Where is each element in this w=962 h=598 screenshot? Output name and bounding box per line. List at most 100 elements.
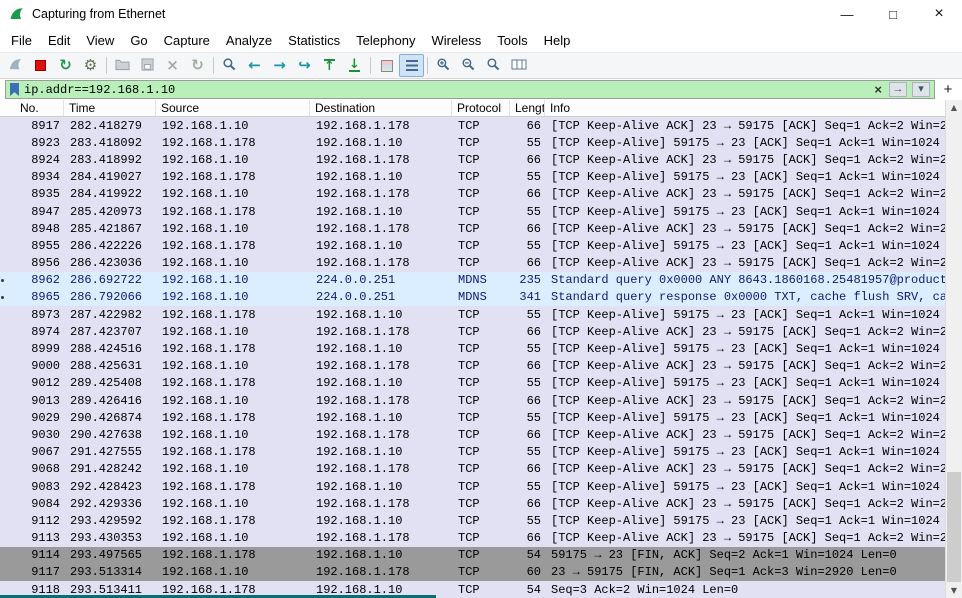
scroll-down-icon[interactable]: ▼ xyxy=(946,583,962,598)
cell-info: Standard query 0x0000 ANY 8643.1860168.2… xyxy=(551,273,945,288)
table-row[interactable]: 9113 293.430353 192.168.1.10 192.168.1.1… xyxy=(0,529,945,547)
cell-destination: 192.168.1.10 xyxy=(316,238,403,253)
add-filter-button[interactable]: + xyxy=(939,81,957,99)
table-row[interactable]: 9067 291.427555 192.168.1.178 192.168.1.… xyxy=(0,443,945,461)
menu-view[interactable]: View xyxy=(78,30,122,51)
cell-source: 192.168.1.10 xyxy=(162,290,249,305)
table-row[interactable]: 8924 283.418992 192.168.1.10 192.168.1.1… xyxy=(0,151,945,169)
table-row[interactable]: 8923 283.418092 192.168.1.178 192.168.1.… xyxy=(0,134,945,152)
table-row[interactable]: 9000 288.425631 192.168.1.10 192.168.1.1… xyxy=(0,357,945,375)
row-gutter xyxy=(0,530,6,547)
column-header-destination[interactable]: Destination xyxy=(310,100,452,116)
menu-statistics[interactable]: Statistics xyxy=(280,30,348,51)
zoom-out-button[interactable] xyxy=(456,54,481,77)
go-last-packet-button[interactable]: ↓ xyxy=(342,54,367,77)
go-forward-button[interactable]: → xyxy=(267,54,292,77)
minimize-button[interactable]: — xyxy=(824,0,870,28)
close-capture-button[interactable]: × xyxy=(160,54,185,77)
find-packet-button[interactable] xyxy=(217,54,242,77)
table-row[interactable]: 8956 286.423036 192.168.1.10 192.168.1.1… xyxy=(0,254,945,272)
table-row[interactable]: 8934 284.419027 192.168.1.178 192.168.1.… xyxy=(0,168,945,186)
table-row[interactable]: 8962 286.692722 192.168.1.10 224.0.0.251… xyxy=(0,271,945,289)
resize-columns-icon xyxy=(511,58,527,74)
restart-capture-button[interactable]: ↻ xyxy=(53,54,78,77)
menu-tools[interactable]: Tools xyxy=(489,30,535,51)
cell-destination: 192.168.1.10 xyxy=(316,342,403,357)
cell-source: 192.168.1.10 xyxy=(162,324,249,339)
table-row[interactable]: 8973 287.422982 192.168.1.178 192.168.1.… xyxy=(0,306,945,324)
table-row[interactable]: 8917 282.418279 192.168.1.10 192.168.1.1… xyxy=(0,117,945,135)
table-row[interactable]: 8948 285.421867 192.168.1.10 192.168.1.1… xyxy=(0,220,945,238)
stop-capture-button[interactable] xyxy=(28,54,53,77)
table-row[interactable]: 9068 291.428242 192.168.1.10 192.168.1.1… xyxy=(0,460,945,478)
cell-info: [TCP Keep-Alive ACK] 23 → 59175 [ACK] Se… xyxy=(551,531,945,546)
cell-length: 66 xyxy=(526,531,541,546)
filter-dropdown-icon[interactable]: ▾ xyxy=(912,82,930,97)
row-gutter xyxy=(0,340,6,357)
vertical-scrollbar[interactable]: ▲ ▼ xyxy=(945,100,962,598)
table-row[interactable]: 9114 293.497565 192.168.1.178 192.168.1.… xyxy=(0,546,945,564)
cell-time: 292.429336 xyxy=(70,496,143,511)
cell-no: 9083 xyxy=(31,479,60,494)
go-back-button[interactable]: ← xyxy=(242,54,267,77)
scroll-up-icon[interactable]: ▲ xyxy=(946,100,962,115)
table-row[interactable]: 8935 284.419922 192.168.1.10 192.168.1.1… xyxy=(0,185,945,203)
go-to-packet-button[interactable]: ↪ xyxy=(292,54,317,77)
colorize-packets-button[interactable] xyxy=(374,54,399,77)
table-row[interactable]: 9117 293.513314 192.168.1.10 192.168.1.1… xyxy=(0,563,945,582)
table-row[interactable]: 9112 293.429592 192.168.1.178 192.168.1.… xyxy=(0,512,945,530)
table-row[interactable]: 9084 292.429336 192.168.1.10 192.168.1.1… xyxy=(0,495,945,513)
maximize-button[interactable]: □ xyxy=(870,0,916,28)
resize-columns-button[interactable] xyxy=(506,54,531,77)
zoom-original-button[interactable] xyxy=(481,54,506,77)
table-row[interactable]: 9013 289.426416 192.168.1.10 192.168.1.1… xyxy=(0,392,945,410)
reload-button[interactable]: ↻ xyxy=(185,54,210,77)
menu-analyze[interactable]: Analyze xyxy=(218,30,280,51)
cell-length: 341 xyxy=(519,290,541,305)
save-file-button[interactable] xyxy=(135,54,160,77)
table-row[interactable]: 8965 286.792066 192.168.1.10 224.0.0.251… xyxy=(0,288,945,307)
auto-scroll-button[interactable] xyxy=(399,54,424,77)
display-filter-input[interactable] xyxy=(24,82,868,97)
scrollbar-thumb[interactable] xyxy=(947,472,961,582)
column-header-time[interactable]: Time xyxy=(64,100,156,116)
table-row[interactable]: 8955 286.422226 192.168.1.178 192.168.1.… xyxy=(0,237,945,255)
menu-telephony[interactable]: Telephony xyxy=(348,30,423,51)
column-header-length[interactable]: Length xyxy=(510,100,545,116)
menu-help[interactable]: Help xyxy=(536,30,579,51)
clear-filter-icon[interactable]: × xyxy=(872,82,884,97)
table-row[interactable]: 9030 290.427638 192.168.1.10 192.168.1.1… xyxy=(0,426,945,444)
close-button[interactable]: × xyxy=(916,0,962,28)
start-capture-button[interactable] xyxy=(3,54,28,77)
row-gutter xyxy=(0,495,6,512)
table-row[interactable]: 9029 290.426874 192.168.1.178 192.168.1.… xyxy=(0,409,945,427)
filter-bookmark-icon[interactable] xyxy=(10,83,19,96)
capture-options-button[interactable]: ⚙ xyxy=(78,54,103,77)
zoom-in-icon xyxy=(436,57,451,75)
apply-filter-button[interactable]: → xyxy=(889,82,907,97)
table-row[interactable]: 8974 287.423707 192.168.1.10 192.168.1.1… xyxy=(0,323,945,341)
cell-destination: 192.168.1.178 xyxy=(316,462,410,477)
cell-time: 287.422982 xyxy=(70,307,143,322)
cell-no: 8973 xyxy=(31,307,60,322)
column-header-protocol[interactable]: Protocol xyxy=(452,100,510,116)
column-header-source[interactable]: Source xyxy=(156,100,310,116)
menu-edit[interactable]: Edit xyxy=(40,30,78,51)
column-header-no[interactable]: No. xyxy=(0,100,64,116)
cell-protocol: TCP xyxy=(458,135,480,150)
display-filter-field[interactable]: × → ▾ xyxy=(5,80,935,99)
cell-source: 192.168.1.10 xyxy=(162,565,249,580)
table-row[interactable]: 9012 289.425408 192.168.1.178 192.168.1.… xyxy=(0,374,945,392)
reload-icon: ↻ xyxy=(191,56,204,74)
menu-go[interactable]: Go xyxy=(122,30,155,51)
column-header-info[interactable]: Info xyxy=(545,100,945,116)
open-file-button[interactable] xyxy=(110,54,135,77)
table-row[interactable]: 9083 292.428423 192.168.1.178 192.168.1.… xyxy=(0,477,945,496)
table-row[interactable]: 8999 288.424516 192.168.1.178 192.168.1.… xyxy=(0,340,945,358)
table-row[interactable]: 8947 285.420973 192.168.1.178 192.168.1.… xyxy=(0,202,945,221)
menu-wireless[interactable]: Wireless xyxy=(423,30,489,51)
go-first-packet-button[interactable]: ↑ xyxy=(317,54,342,77)
menu-file[interactable]: File xyxy=(3,30,40,51)
menu-capture[interactable]: Capture xyxy=(156,30,218,51)
zoom-in-button[interactable] xyxy=(431,54,456,77)
